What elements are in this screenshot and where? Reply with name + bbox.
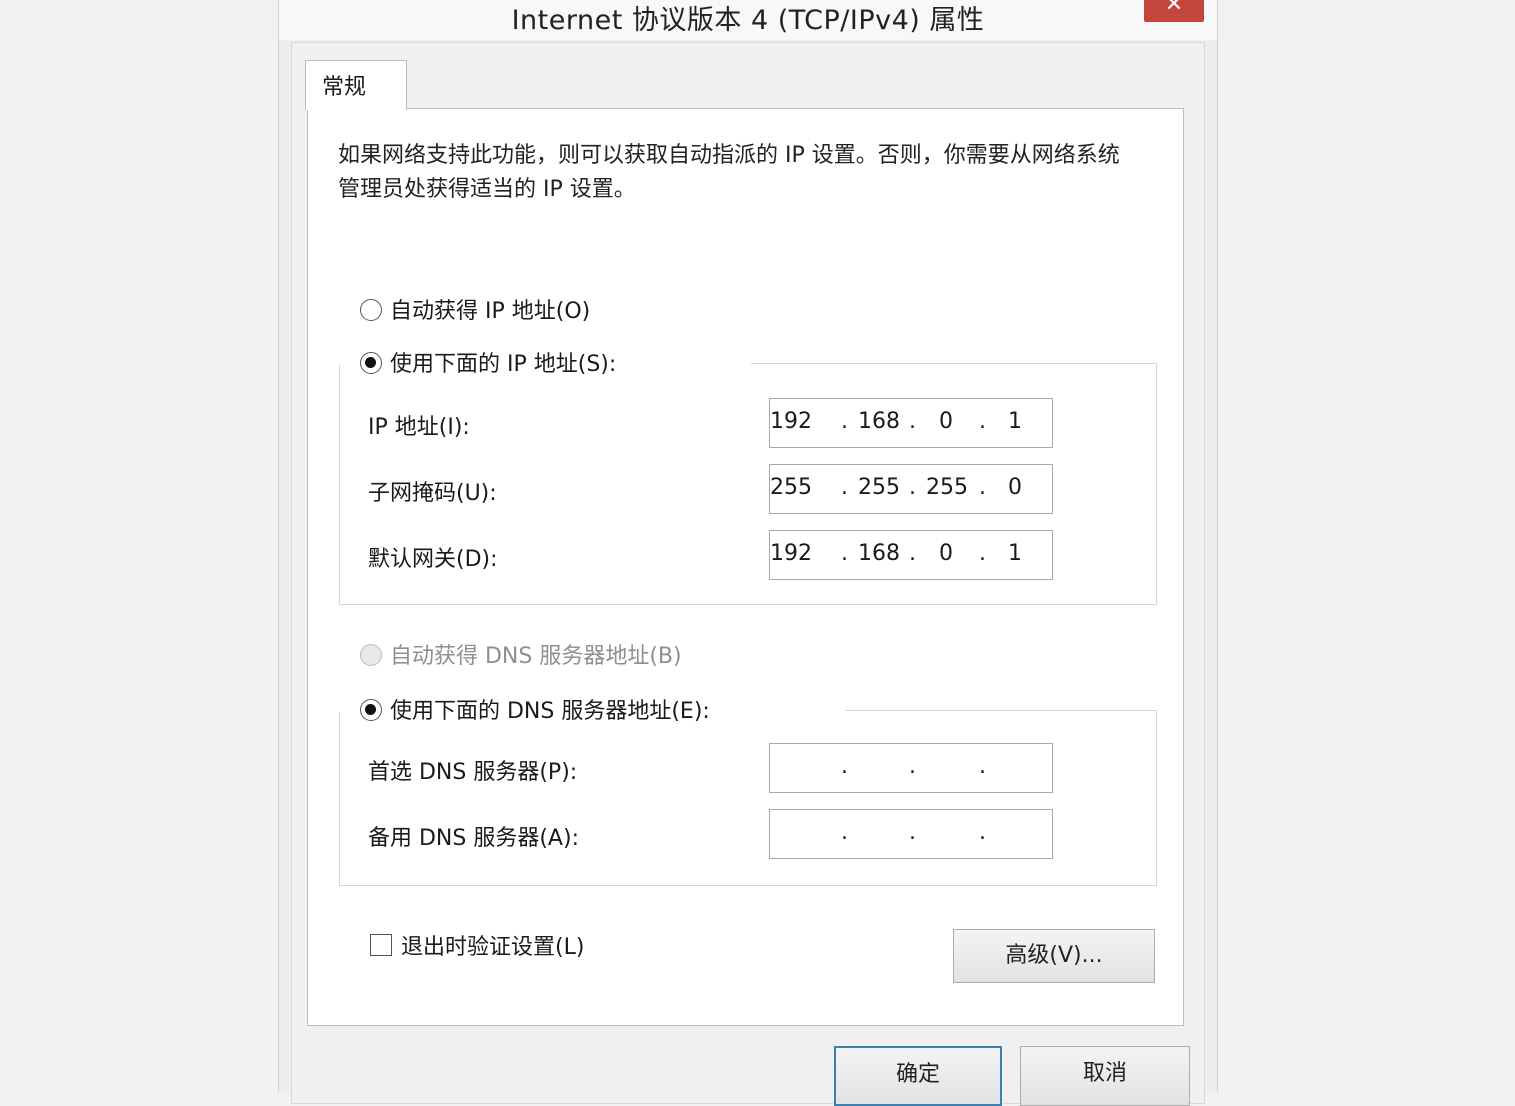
octet-1: 192 [770,409,812,434]
octet-separator: . [979,475,986,500]
ok-button-label: 确定 [895,1062,940,1087]
title-bar: Internet 协议版本 4 (TCP/IPv4) 属性 ✕ [279,0,1217,40]
cancel-button[interactable]: 取消 [1020,1046,1190,1106]
subnet-mask-input[interactable]: 255 . 255 . 255 . 0 [769,464,1053,514]
octet-separator: . [979,409,986,434]
manual-ip-label: 使用下面的 IP 地址(S): [390,352,617,377]
default-gateway-input[interactable]: 192 . 168 . 0 . 1 [769,530,1053,580]
tab-general-label: 常规 [322,75,367,100]
preferred-dns-input[interactable]: . . . [769,743,1053,793]
alternate-dns-input[interactable]: . . . [769,809,1053,859]
validate-on-exit-checkbox[interactable] [370,934,392,956]
octet-2: 168 [858,541,900,566]
octet-separator: . [909,820,916,845]
octet-3: 0 [939,541,953,566]
ip-address-label: IP 地址(I): [368,415,470,440]
octet-separator: . [841,409,848,434]
auto-dns-radio[interactable] [360,644,382,666]
tab-general[interactable]: 常规 [305,60,407,110]
octet-separator: . [979,754,986,779]
manual-dns-label: 使用下面的 DNS 服务器地址(E): [390,699,710,724]
tcpip-properties-dialog: Internet 协议版本 4 (TCP/IPv4) 属性 ✕ 常规 如果网络支… [278,0,1218,1106]
manual-dns-radio[interactable] [360,699,382,721]
subnet-mask-label: 子网掩码(U): [368,481,497,506]
auto-dns-label: 自动获得 DNS 服务器地址(B) [390,644,682,669]
octet-separator: . [841,475,848,500]
dns-settings-group [339,710,1157,886]
octet-1: 192 [770,541,812,566]
alternate-dns-label: 备用 DNS 服务器(A): [368,826,579,851]
preferred-dns-label: 首选 DNS 服务器(P): [368,760,578,785]
octet-4: 1 [1008,409,1022,434]
dialog-title: Internet 协议版本 4 (TCP/IPv4) 属性 [511,5,985,36]
auto-ip-radio[interactable] [360,299,382,321]
close-button[interactable]: ✕ [1144,0,1204,22]
ok-button[interactable]: 确定 [834,1046,1002,1106]
general-tab-panel: 如果网络支持此功能，则可以获取自动指派的 IP 设置。否则，你需要从网络系统管理… [307,108,1184,1026]
manual-ip-radio[interactable] [360,352,382,374]
validate-on-exit-label: 退出时验证设置(L) [401,935,585,960]
octet-1: 255 [770,475,812,500]
octet-4: 0 [1008,475,1022,500]
octet-separator: . [909,754,916,779]
octet-2: 168 [858,409,900,434]
ip-address-input[interactable]: 192 . 168 . 0 . 1 [769,398,1053,448]
octet-separator: . [979,541,986,566]
close-icon: ✕ [1164,0,1184,17]
octet-3: 255 [926,475,968,500]
octet-separator: . [909,541,916,566]
octet-separator: . [841,754,848,779]
advanced-button-label: 高级(V)... [1005,943,1103,968]
octet-separator: . [909,409,916,434]
advanced-button[interactable]: 高级(V)... [953,929,1155,983]
octet-3: 0 [939,409,953,434]
octet-separator: . [909,475,916,500]
octet-separator: . [979,820,986,845]
octet-4: 1 [1008,541,1022,566]
description-text: 如果网络支持此功能，则可以获取自动指派的 IP 设置。否则，你需要从网络系统管理… [338,143,1120,202]
cancel-button-label: 取消 [1082,1061,1127,1086]
auto-ip-label: 自动获得 IP 地址(O) [390,299,591,324]
octet-2: 255 [858,475,900,500]
octet-separator: . [841,541,848,566]
octet-separator: . [841,820,848,845]
default-gateway-label: 默认网关(D): [368,547,498,572]
